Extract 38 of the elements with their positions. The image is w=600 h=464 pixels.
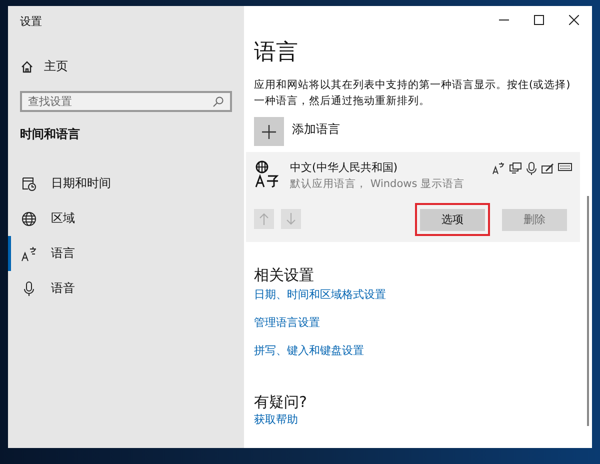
search-field[interactable]: 查找设置 (20, 91, 232, 112)
settings-link[interactable]: 管理语言设置 (254, 314, 572, 342)
description-text: 应用和网站将以其在列表中支持的第一种语言显示。按住(或选择)一种语言，然后通过拖动重新排列。 (254, 78, 572, 109)
language-icon (254, 160, 280, 188)
calendar-clock-icon (21, 176, 37, 192)
window-title: 设置 (20, 14, 43, 30)
section-heading: 相关设置 (254, 266, 315, 284)
microphone-icon (526, 162, 537, 175)
add-language-label[interactable]: 添加语言 (292, 117, 340, 146)
down-arrow-icon (286, 213, 296, 226)
microphone-icon (21, 280, 37, 296)
action-button[interactable]: 选项 (420, 208, 485, 230)
section-heading: 时间和语言 (20, 126, 81, 143)
language-icon (21, 246, 37, 262)
section-heading: 有疑问? (254, 392, 308, 412)
language-subtitle: 默认应用语言， Windows 显示语言 (290, 177, 466, 191)
help-link[interactable]: 获取帮助 (254, 412, 572, 428)
maximize-icon[interactable] (534, 15, 544, 25)
settings-link[interactable]: 拼写、键入和键盘设置 (254, 342, 572, 370)
text-language-icon (492, 162, 505, 175)
nav-item[interactable]: 语音 (8, 271, 244, 306)
home-icon (20, 60, 34, 74)
scrollbar[interactable] (587, 196, 589, 426)
close-icon[interactable] (569, 15, 579, 25)
add-language-button[interactable] (254, 117, 284, 146)
plus-icon (262, 124, 276, 138)
up-arrow-icon (259, 213, 269, 226)
handwriting-icon (541, 162, 554, 175)
home-link[interactable]: 主页 (44, 58, 68, 75)
keyboard-icon (558, 162, 572, 172)
search-icon (212, 96, 224, 108)
settings-link[interactable]: 日期、时间和区域格式设置 (254, 286, 572, 314)
globe-icon (21, 210, 37, 226)
page-title: 语言 (254, 39, 299, 67)
nav-item[interactable]: 区域 (8, 201, 244, 236)
monitor-icon (509, 162, 522, 175)
language-name: 中文(中华人民共和国) (290, 160, 399, 175)
nav-item[interactable]: 日期和时间 (8, 166, 244, 201)
